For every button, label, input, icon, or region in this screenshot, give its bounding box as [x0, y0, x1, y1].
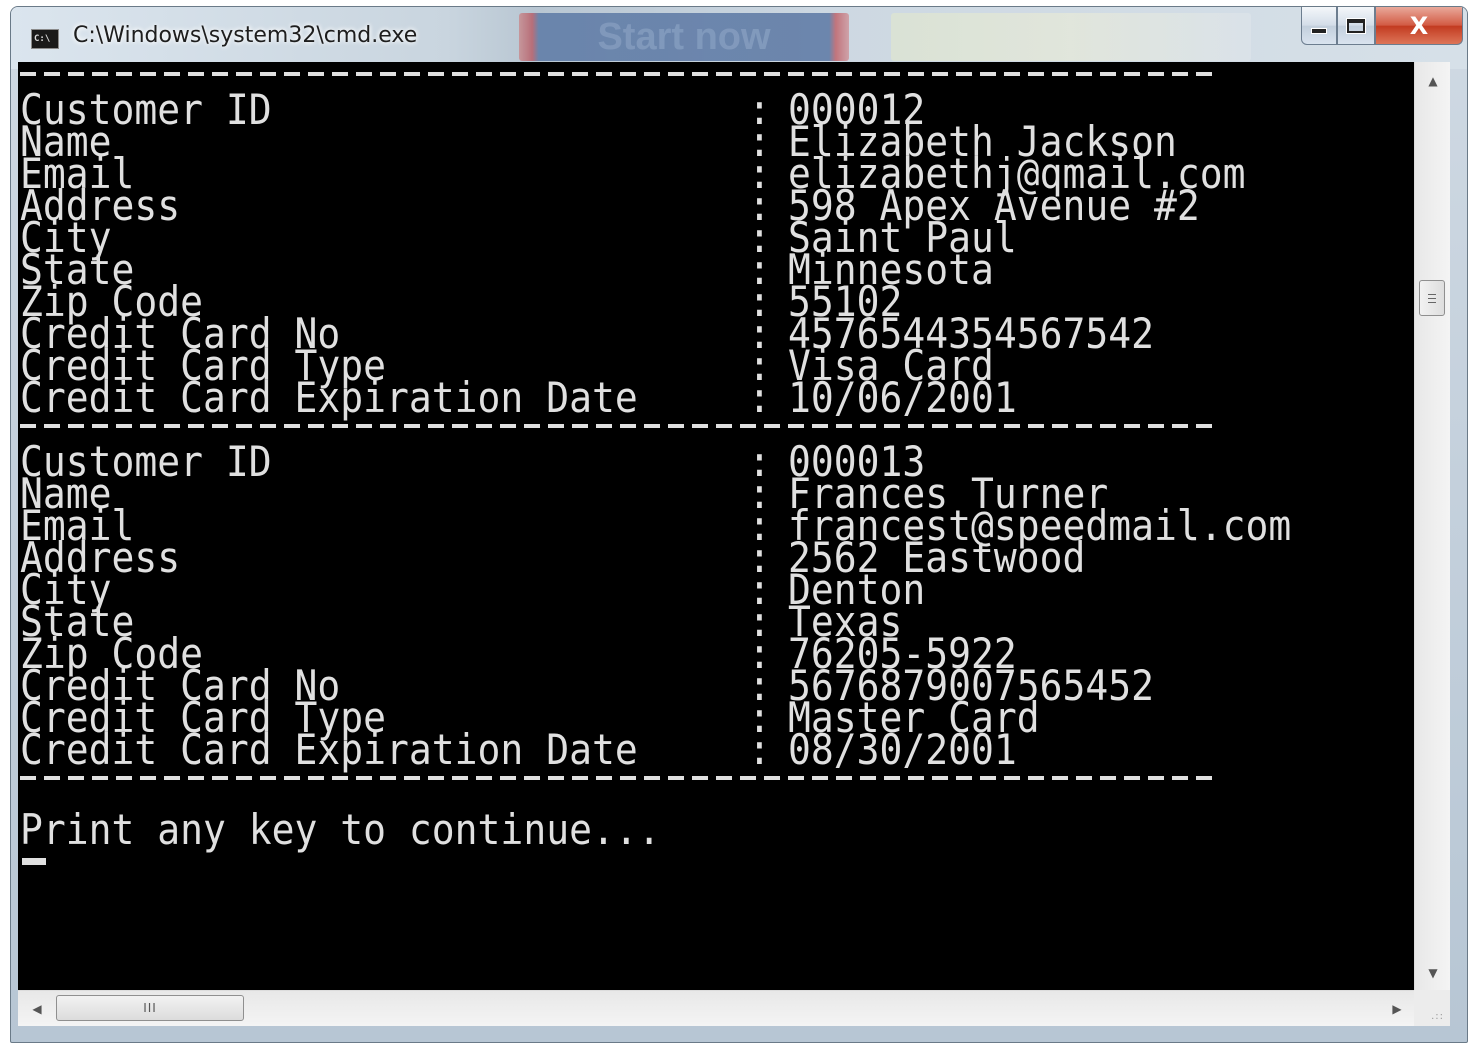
cmd-app-icon[interactable]: C:\ — [31, 29, 59, 49]
grip-line — [1428, 294, 1436, 295]
continue-prompt: Print any key to continue... — [20, 805, 661, 855]
maximize-button[interactable] — [1337, 7, 1375, 45]
window-title: C:\Windows\system32\cmd.exe — [73, 23, 418, 48]
field-value: 08/30/2001 — [788, 725, 1017, 775]
separator-line — [20, 72, 1220, 76]
scroll-right-arrow-icon[interactable]: ▶ — [1384, 991, 1410, 1027]
resize-grip[interactable]: .:: — [1414, 990, 1450, 1026]
minimize-button[interactable] — [1301, 7, 1337, 45]
vertical-scrollbar[interactable]: ▲ ▼ — [1414, 62, 1450, 990]
maximize-icon — [1347, 18, 1365, 33]
close-button[interactable]: X — [1375, 7, 1463, 45]
console-output[interactable]: Customer ID:000012 Name: Elizabeth Jackson… — [18, 62, 1414, 990]
horizontal-scrollbar[interactable]: ◀ III ▶ — [18, 990, 1414, 1026]
grip-line — [1428, 302, 1436, 303]
field-separator: : — [748, 725, 771, 775]
close-icon: X — [1409, 11, 1429, 40]
scroll-up-arrow-icon[interactable]: ▲ — [1415, 66, 1451, 96]
minimize-icon — [1312, 28, 1326, 33]
separator-line — [20, 424, 1220, 428]
field-label: Credit Card Expiration Date — [20, 373, 638, 423]
background-banner-text: Start now — [597, 16, 771, 58]
scroll-left-arrow-icon[interactable]: ◀ — [24, 991, 50, 1027]
background-banner: Start now — [519, 13, 849, 61]
resize-grip-icon: .:: — [1431, 1011, 1444, 1022]
field-label: Credit Card Expiration Date — [20, 725, 638, 775]
field-value: 10/06/2001 — [788, 373, 1017, 423]
scroll-down-arrow-icon[interactable]: ▼ — [1415, 958, 1451, 988]
horizontal-scroll-thumb[interactable]: III — [56, 995, 244, 1021]
field-separator: : — [748, 373, 771, 423]
title-bar[interactable]: Start now C:\ C:\Windows\system32\cmd.ex… — [11, 7, 1467, 69]
vertical-scroll-thumb[interactable] — [1419, 280, 1445, 316]
separator-line — [20, 776, 1220, 780]
grip-line — [1428, 298, 1436, 299]
background-blur — [891, 13, 1251, 61]
text-cursor — [22, 858, 46, 865]
window-controls: X — [1301, 7, 1463, 47]
